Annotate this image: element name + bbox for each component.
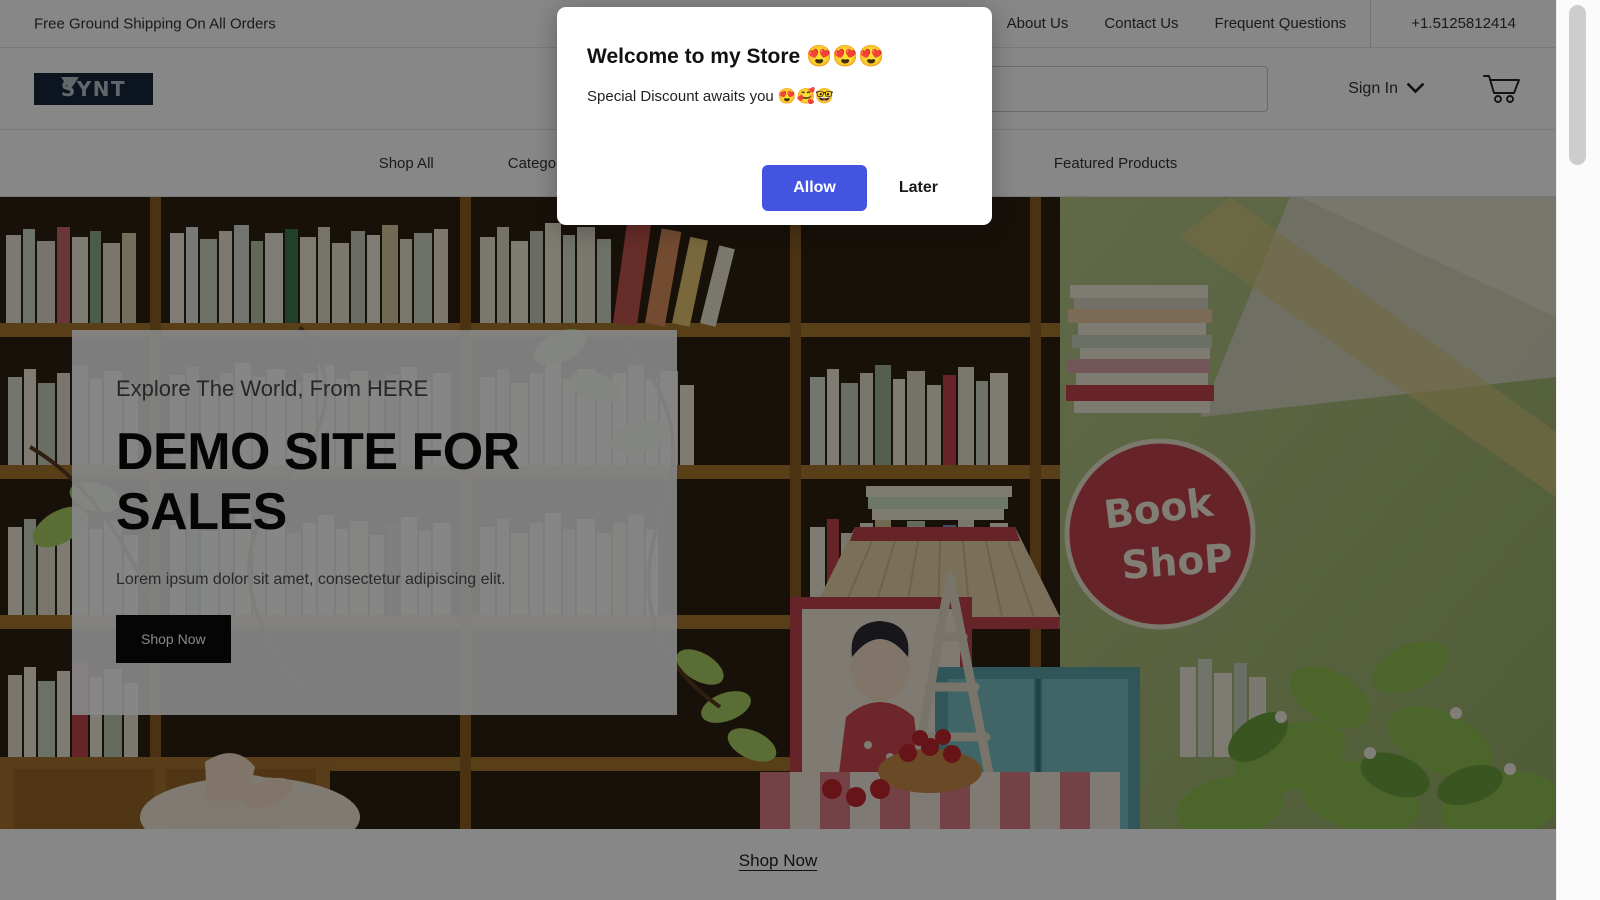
allow-button[interactable]: Allow xyxy=(762,165,867,211)
modal-body-text: Special Discount awaits you 😍🥰🤓 xyxy=(587,88,834,105)
welcome-modal: Welcome to my Store 😍😍😍 Special Discount… xyxy=(557,7,992,225)
scrollbar-thumb[interactable] xyxy=(1569,5,1586,165)
page-scrollbar[interactable] xyxy=(1556,0,1600,900)
later-button[interactable]: Later xyxy=(875,165,962,211)
modal-title: Welcome to my Store 😍😍😍 xyxy=(587,45,885,68)
modal-actions: Allow Later xyxy=(762,165,962,211)
